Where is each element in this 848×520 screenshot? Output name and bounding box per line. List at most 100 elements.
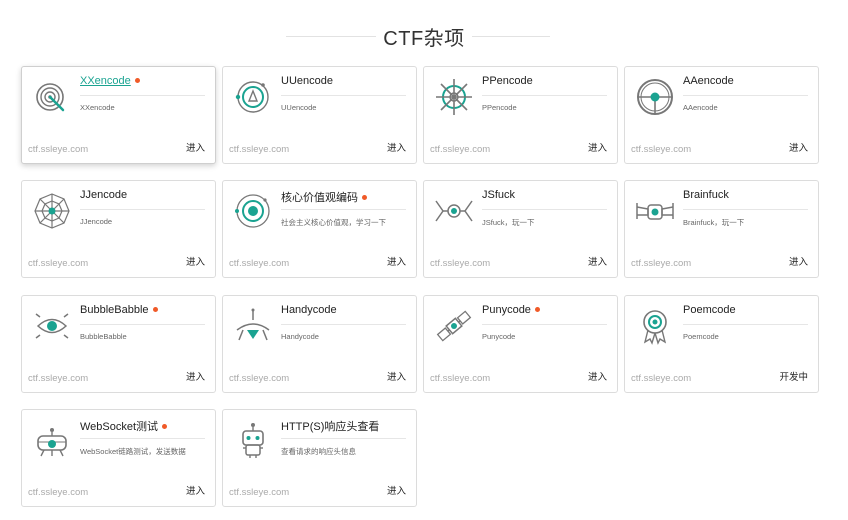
tool-card-title[interactable]: PPencode (482, 75, 533, 87)
tool-card-domain: ctf.ssleye.com (430, 258, 491, 269)
tool-card[interactable]: Brainfuck Brainfuck，玩一下 ctf.ssleye.com 进… (624, 180, 819, 278)
planet-orbit-icon (233, 191, 273, 231)
tool-card-divider (683, 324, 808, 325)
title-divider-right (472, 36, 550, 37)
tool-card-description: XXencode (80, 103, 115, 112)
title-divider-left (286, 36, 376, 37)
hot-indicator-dot (152, 307, 158, 312)
tool-card-divider (683, 95, 808, 96)
tool-card-enter-link[interactable]: 进入 (186, 140, 205, 154)
tool-card-description: BubbleBabble (80, 332, 127, 341)
tool-card-title[interactable]: Poemcode (683, 304, 736, 316)
tool-card-enter-link[interactable]: 进入 (789, 140, 808, 154)
tool-card-title[interactable]: XXencode (80, 75, 140, 87)
tool-card[interactable]: XXencode XXencode ctf.ssleye.com 进入 (21, 66, 216, 164)
tool-card-description: Punycode (482, 332, 516, 341)
tool-card[interactable]: HTTP(S)响应头查看 查看请求的响应头信息 ctf.ssleye.com 进… (222, 409, 417, 507)
tool-card-domain: ctf.ssleye.com (430, 144, 491, 155)
tool-card-divider (281, 324, 406, 325)
tool-card-title[interactable]: JJencode (80, 189, 127, 201)
tool-card-title[interactable]: WebSocket测试 (80, 418, 168, 434)
tool-card-divider (482, 209, 607, 210)
tool-card-enter-link[interactable]: 进入 (387, 254, 406, 268)
tie-fighter-icon (434, 191, 474, 231)
tool-card[interactable]: BubbleBabble BubbleBabble ctf.ssleye.com… (21, 295, 216, 393)
tool-card-enter-link[interactable]: 进入 (186, 254, 205, 268)
tool-card-description: WebSocket链路测试，发送数据 (80, 447, 186, 456)
tool-card[interactable]: PPencode PPencode ctf.ssleye.com 进入 (423, 66, 618, 164)
tool-card-domain: ctf.ssleye.com (631, 258, 692, 269)
tool-card-title[interactable]: Brainfuck (683, 189, 729, 201)
tool-card[interactable]: JSfuck JSfuck，玩一下 ctf.ssleye.com 进入 (423, 180, 618, 278)
tool-card-domain: ctf.ssleye.com (631, 373, 692, 384)
tool-card-description: PPencode (482, 103, 517, 112)
eye-icon (32, 306, 72, 346)
tool-card[interactable]: AAencode AAencode ctf.ssleye.com 进入 (624, 66, 819, 164)
tool-card[interactable]: WebSocket测试 WebSocket链路测试，发送数据 ctf.ssley… (21, 409, 216, 507)
tool-card[interactable]: JJencode JJencode ctf.ssleye.com 进入 (21, 180, 216, 278)
tool-card-divider (482, 324, 607, 325)
robot-icon (233, 420, 273, 460)
tool-card-divider (482, 95, 607, 96)
tool-card-title[interactable]: Punycode (482, 304, 540, 316)
medal-icon (635, 306, 675, 346)
tool-card-enter-link[interactable]: 进入 (588, 254, 607, 268)
xx-target-icon (32, 77, 72, 117)
tool-card-description: Handycode (281, 332, 319, 341)
tool-card-enter-link[interactable]: 进入 (186, 483, 205, 497)
hot-indicator-dot (162, 424, 168, 429)
tool-card[interactable]: 核心价值观编码 社会主义核心价值观，学习一下 ctf.ssleye.com 进入 (222, 180, 417, 278)
tool-card-divider (281, 438, 406, 439)
tool-card-domain: ctf.ssleye.com (631, 144, 692, 155)
tool-card-domain: ctf.ssleye.com (28, 373, 89, 384)
tool-card-enter-link[interactable]: 进入 (387, 140, 406, 154)
tool-card-divider (281, 95, 406, 96)
tool-card-domain: ctf.ssleye.com (229, 258, 290, 269)
tool-card-domain: ctf.ssleye.com (430, 373, 491, 384)
tool-card-title[interactable]: Handycode (281, 304, 337, 316)
tool-card-title[interactable]: AAencode (683, 75, 734, 87)
tool-card-domain: ctf.ssleye.com (28, 144, 89, 155)
page-title: CTF杂项 (383, 28, 465, 50)
tool-card-description: UUencode (281, 103, 317, 112)
tool-card-title[interactable]: UUencode (281, 75, 333, 87)
tool-card-divider (80, 324, 205, 325)
tool-card-divider (80, 438, 205, 439)
tool-card-title[interactable]: JSfuck (482, 189, 515, 201)
tool-card-description: JSfuck，玩一下 (482, 218, 535, 227)
uu-orbit-icon (233, 77, 273, 117)
tool-card[interactable]: Punycode Punycode ctf.ssleye.com 进入 (423, 295, 618, 393)
page-header: CTF杂项 (0, 22, 848, 52)
tool-card[interactable]: Handycode Handycode ctf.ssleye.com 进入 (222, 295, 417, 393)
tool-card-enter-link[interactable]: 开发中 (779, 369, 808, 383)
tool-card-domain: ctf.ssleye.com (229, 373, 290, 384)
tool-card-title[interactable]: 核心价值观编码 (281, 189, 367, 205)
tool-card-domain: ctf.ssleye.com (229, 487, 290, 498)
ufo-icon (32, 420, 72, 460)
tool-card-title[interactable]: HTTP(S)响应头查看 (281, 418, 379, 434)
tool-card-domain: ctf.ssleye.com (229, 144, 290, 155)
tool-card-divider (683, 209, 808, 210)
tool-card-enter-link[interactable]: 进入 (387, 369, 406, 383)
tool-card-enter-link[interactable]: 进入 (387, 483, 406, 497)
hot-indicator-dot (134, 78, 140, 83)
tool-card-domain: ctf.ssleye.com (28, 258, 89, 269)
tool-card[interactable]: Poemcode Poemcode ctf.ssleye.com 开发中 (624, 295, 819, 393)
tool-card-divider (80, 95, 205, 96)
tool-card-enter-link[interactable]: 进入 (588, 140, 607, 154)
hot-indicator-dot (534, 307, 540, 312)
tool-card-description: Brainfuck，玩一下 (683, 218, 745, 227)
tool-card-enter-link[interactable]: 进入 (186, 369, 205, 383)
ship-wheel-icon (434, 77, 474, 117)
tool-card-enter-link[interactable]: 进入 (588, 369, 607, 383)
tool-card-divider (80, 209, 205, 210)
tool-card-description: AAencode (683, 103, 718, 112)
tool-card-description: Poemcode (683, 332, 719, 341)
tool-card[interactable]: UUencode UUencode ctf.ssleye.com 进入 (222, 66, 417, 164)
tool-card-enter-link[interactable]: 进入 (789, 254, 808, 268)
tool-card-description: JJencode (80, 217, 113, 226)
steering-wheel-icon (635, 77, 675, 117)
tool-card-title[interactable]: BubbleBabble (80, 304, 158, 316)
spider-web-icon (32, 191, 72, 231)
tool-card-divider (281, 209, 406, 210)
